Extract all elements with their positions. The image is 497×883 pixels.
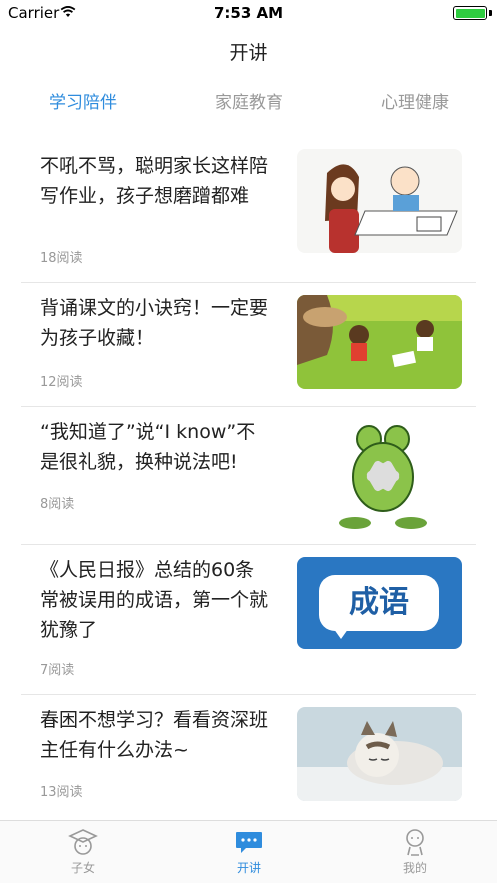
tab-study-companion[interactable]: 学习陪伴 [0, 88, 166, 113]
cartoon-homework-thumbnail [297, 149, 462, 253]
battery-tip [489, 10, 492, 16]
article-title: 背诵课文的小诀窍！一定要为孩子收藏！ [40, 297, 269, 349]
graduate-icon [68, 829, 98, 855]
bottom-tab-bar: 子女 开讲 我的 [0, 820, 497, 883]
list-item[interactable]: “我知道了”说“I know”不是很礼貌，换种说法吧! 8阅读 [21, 407, 476, 545]
list-item[interactable]: 《人民日报》总结的60条常被误用的成语，第一个就犹豫了 7阅读 成语 [21, 545, 476, 695]
category-tabs: 学习陪伴 家庭教育 心理健康 [0, 88, 497, 122]
tab-children-label: 子女 [70, 861, 95, 875]
status-time: 7:53 AM [213, 4, 284, 22]
speech-tail [331, 625, 351, 639]
person-icon [406, 829, 424, 856]
list-item[interactable]: 不吼不骂，聪明家长这样陪写作业，孩子想磨蹭都难 18阅读 [21, 141, 476, 283]
list-item[interactable]: 背诵课文的小诀窍！一定要为孩子收藏！ 12阅读 [21, 283, 476, 407]
read-count: 12阅读 [40, 375, 83, 390]
tab-mine[interactable]: 我的 [332, 827, 497, 876]
children-reading-thumbnail [297, 295, 462, 389]
status-bar: Carrier 7:53 AM [0, 0, 497, 26]
read-count: 7阅读 [40, 663, 75, 678]
article-title: “我知道了”说“I know”不是很礼貌，换种说法吧! [40, 421, 256, 473]
chat-bubble-icon [236, 832, 262, 853]
tab-lectures[interactable]: 开讲 [166, 827, 332, 876]
article-title: 不吼不骂，聪明家长这样陪写作业，孩子想磨蹭都难 [40, 155, 269, 207]
tab-mental-health[interactable]: 心理健康 [332, 88, 497, 113]
battery-icon [453, 6, 487, 20]
tab-family-education[interactable]: 家庭教育 [166, 88, 332, 113]
page-title: 开讲 [229, 42, 268, 64]
tab-children[interactable]: 子女 [0, 827, 166, 876]
list-item[interactable]: 春困不想学习？看看资深班主任有什么办法~ 13阅读 [21, 695, 476, 821]
article-title: 春困不想学习？看看资深班主任有什么办法~ [40, 709, 269, 761]
tab-lectures-label: 开讲 [236, 861, 261, 875]
tab-mine-label: 我的 [402, 861, 427, 875]
read-count: 18阅读 [40, 251, 83, 266]
frog-thumbnail [297, 419, 462, 531]
idiom-thumbnail-label: 成语 [319, 575, 439, 631]
sleeping-cat-thumbnail [297, 707, 462, 801]
idiom-thumbnail: 成语 [297, 557, 462, 649]
read-count: 13阅读 [40, 785, 83, 800]
read-count: 8阅读 [40, 497, 75, 512]
article-title: 《人民日报》总结的60条常被误用的成语，第一个就犹豫了 [40, 559, 269, 641]
